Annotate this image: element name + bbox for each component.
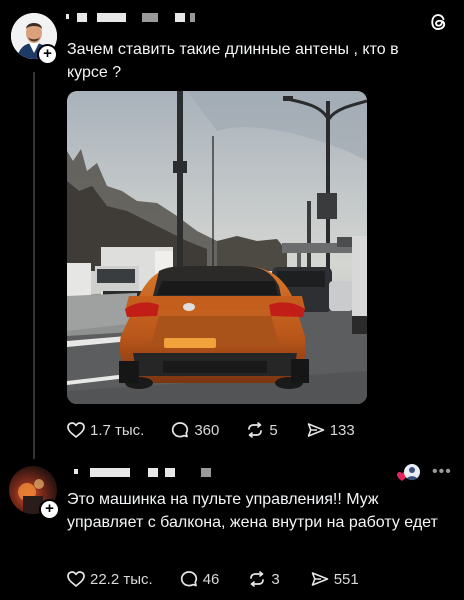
reply-author-avatar[interactable] [404,464,420,480]
repost-icon [248,422,263,438]
redacted-timestamp [201,468,211,477]
post-text: Зачем ставить такие длинные антены , кто… [67,41,399,81]
repost-count: 3 [271,570,280,588]
redacted-username [90,468,130,477]
redacted-timestamp [175,13,185,22]
threads-logo-icon[interactable] [429,12,449,32]
share-count: 551 [333,570,359,588]
redacted-username [74,469,78,474]
redacted-username [77,13,87,22]
reply-button[interactable]: 46 [179,569,220,589]
redacted-username [66,14,69,19]
like-count: 22.2 тыс. [90,570,153,588]
post-text: Это машинка на пульте управления!! Муж у… [67,491,438,531]
redacted-timestamp [165,468,175,477]
repost-button[interactable]: 5 [245,420,278,440]
heart-icon [67,422,85,438]
repost-button[interactable]: 3 [247,569,280,589]
redacted-username [97,13,126,22]
comment-icon [172,422,189,438]
like-button[interactable]: 22.2 тыс. [66,569,153,589]
heart-icon [67,571,85,587]
thread-line [33,72,35,459]
share-icon [311,572,329,586]
comment-icon [180,571,197,587]
reply-count: 360 [194,421,220,439]
like-button[interactable]: 1.7 тыс. [66,420,144,440]
follow-plus-icon[interactable]: + [37,44,58,65]
post-actions: 22.2 тыс. 46 3 551 [66,569,359,589]
share-button[interactable]: 133 [306,420,355,440]
redacted-timestamp [190,13,195,22]
redacted-timestamp [148,468,158,477]
reply-button[interactable]: 360 [170,420,219,440]
post-actions: 1.7 тыс. 360 5 133 [66,420,355,440]
post-photo[interactable] [67,91,367,404]
like-count: 1.7 тыс. [90,421,145,439]
redacted-timestamp [142,13,158,22]
share-count: 133 [329,421,355,439]
share-button[interactable]: 551 [310,569,359,589]
repost-count: 5 [269,421,278,439]
follow-plus-icon[interactable]: + [39,499,60,520]
share-icon [307,423,325,437]
more-icon[interactable]: ••• [432,463,452,481]
reply-count: 46 [202,570,220,588]
repost-icon [250,571,265,587]
